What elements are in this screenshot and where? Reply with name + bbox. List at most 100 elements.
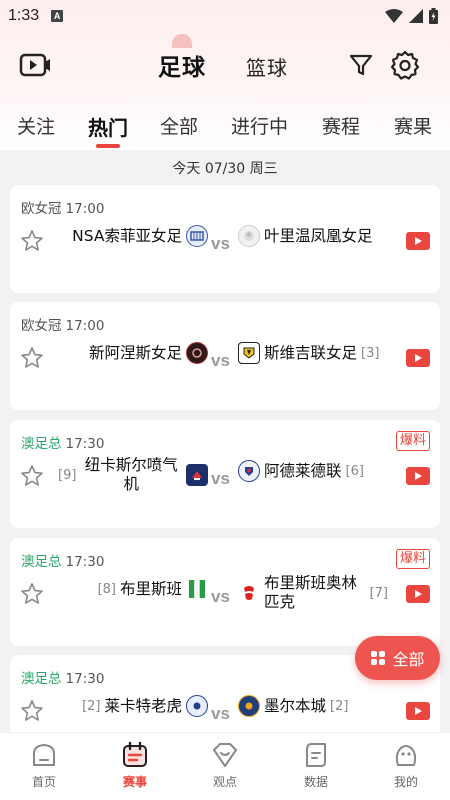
away-team-logo [238, 460, 260, 482]
play-icon [415, 354, 422, 362]
away-team: 布里斯班奥林匹克 [7] [238, 574, 388, 612]
league-label: 澳足总 17:30 [21, 436, 105, 452]
nav-matches-label: 赛事 [122, 775, 147, 789]
nav-data[interactable]: 数据 [286, 741, 346, 790]
video-play-button[interactable] [406, 702, 430, 720]
league-label: 欧女冠 17:00 [21, 201, 105, 217]
home-team-name: 纽卡斯尔喷气机 [84, 456, 178, 493]
home-team-logo [186, 695, 208, 717]
away-team-logo [238, 582, 260, 604]
home-team: [9] 纽卡斯尔喷气机 [58, 456, 208, 494]
tab-live[interactable]: 进行中 [231, 112, 288, 139]
away-rank: [7] [369, 585, 388, 601]
star-icon[interactable] [20, 464, 44, 488]
nav-views[interactable]: 观点 [195, 741, 255, 790]
home-icon [33, 744, 55, 766]
star-icon[interactable] [20, 699, 44, 723]
video-play-button[interactable] [406, 349, 430, 367]
nav-matches[interactable]: 赛事 [105, 741, 165, 790]
home-rank: [9] [58, 467, 77, 483]
nav-data-label: 数据 [303, 775, 328, 789]
video-play-button[interactable] [406, 585, 430, 603]
home-team: 新阿涅斯女足 [58, 342, 208, 364]
top-bar: 足球 篮球 [0, 34, 450, 90]
notification-icon: A [51, 10, 64, 22]
tab-follow[interactable]: 关注 [17, 112, 55, 139]
home-team-logo [186, 342, 208, 364]
play-icon [415, 237, 422, 245]
match-time: 17:30 [65, 554, 105, 570]
home-team-logo [186, 225, 208, 247]
filter-button[interactable] [346, 50, 376, 80]
home-rank: [2] [82, 698, 101, 714]
league-label: 澳足总 17:30 [21, 671, 105, 687]
league-label: 欧女冠 17:00 [21, 318, 105, 334]
news-tag[interactable]: 爆料 [395, 549, 430, 569]
grid-icon [371, 651, 386, 665]
vs-label: vs [211, 351, 230, 370]
video-button[interactable] [18, 50, 52, 80]
away-rank: [6] [345, 463, 364, 479]
away-team-name: 叶里温凤凰女足 [264, 226, 373, 245]
match-time: 17:00 [65, 201, 105, 217]
nav-home[interactable]: 首页 [14, 741, 74, 790]
match-time: 17:30 [65, 436, 105, 452]
home-team: [8] 布里斯班 [58, 578, 208, 600]
profile-icon [395, 745, 417, 766]
tab-basketball[interactable]: 篮球 [246, 52, 288, 81]
match-card[interactable]: 澳足总 17:30 爆料 [8] 布里斯班 vs 布里斯班奥林匹克 [7] [10, 538, 440, 646]
league-label: 澳足总 17:30 [21, 554, 105, 570]
play-icon [415, 590, 422, 598]
away-team-name: 斯维吉联女足 [264, 343, 358, 362]
home-team-name: NSA索菲亚女足 [72, 226, 182, 245]
tab-results[interactable]: 赛果 [394, 112, 432, 139]
tab-hot[interactable]: 热门 [88, 112, 128, 141]
home-rank: [8] [97, 581, 116, 597]
away-team: 阿德莱德联 [6] [238, 460, 388, 482]
news-tag[interactable]: 爆料 [395, 431, 430, 451]
home-team-name: 新阿涅斯女足 [88, 343, 182, 362]
vs-label: vs [211, 587, 230, 606]
bottom-nav: 首页 赛事 观点 数据 我的 [0, 732, 450, 800]
nav-home-label: 首页 [31, 775, 56, 789]
away-team-name: 布里斯班奥林匹克 [264, 574, 358, 611]
tab-schedule[interactable]: 赛程 [322, 112, 360, 139]
away-team-name: 阿德莱德联 [264, 461, 342, 480]
star-icon[interactable] [20, 346, 44, 370]
wifi-icon [385, 9, 403, 23]
vs-label: vs [211, 469, 230, 488]
star-icon[interactable] [20, 229, 44, 253]
all-matches-floating-button[interactable]: 全部 [355, 636, 440, 680]
away-team-logo [238, 342, 260, 364]
home-team-logo [186, 578, 208, 600]
play-icon [415, 707, 422, 715]
away-team: 斯维吉联女足 [3] [238, 342, 388, 364]
category-tabs: 关注 热门 全部 进行中 赛程 赛果 [0, 104, 450, 150]
vs-label: vs [211, 234, 230, 253]
play-icon [415, 472, 422, 480]
video-play-button[interactable] [406, 467, 430, 485]
nav-profile[interactable]: 我的 [376, 741, 436, 790]
away-team-logo [238, 695, 260, 717]
nav-views-label: 观点 [212, 775, 237, 789]
star-icon[interactable] [20, 582, 44, 606]
filter-icon [349, 54, 373, 76]
gear-icon [390, 50, 420, 80]
video-icon [19, 53, 50, 77]
tab-all[interactable]: 全部 [160, 112, 198, 139]
away-team-name: 墨尔本城 [264, 696, 327, 715]
match-card[interactable]: 欧女冠 17:00 新阿涅斯女足 vs 斯维吉联女足 [3] [10, 302, 440, 410]
match-time: 17:00 [65, 318, 105, 334]
status-bar: 1:33 A [0, 0, 450, 32]
match-card[interactable]: 欧女冠 17:00 NSA索菲亚女足 vs 叶里温凤凰女足 [10, 185, 440, 293]
settings-button[interactable] [388, 48, 422, 82]
video-play-button[interactable] [406, 232, 430, 250]
match-card[interactable]: 澳足总 17:30 爆料 [9] 纽卡斯尔喷气机 vs 阿德莱德联 [6] [10, 420, 440, 528]
away-team: 墨尔本城 [2] [238, 695, 388, 717]
vs-label: vs [211, 704, 230, 723]
home-team: [2] 莱卡特老虎 [58, 695, 208, 717]
nav-profile-label: 我的 [393, 775, 418, 789]
calendar-icon [123, 741, 147, 767]
tab-football[interactable]: 足球 [158, 48, 206, 82]
date-header: 今天 07/30 周三 [172, 161, 278, 177]
